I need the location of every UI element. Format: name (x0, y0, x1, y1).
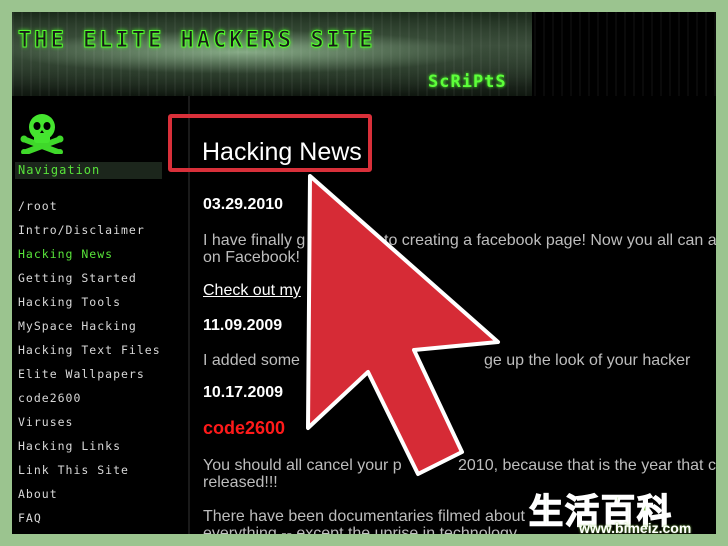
sidebar-item-about[interactable]: About (18, 482, 161, 506)
sidebar-item-hacking-news[interactable]: Hacking News (18, 242, 161, 266)
post-text: to creating a facebook page! Now you all… (384, 232, 716, 249)
watermark-url: www.bimeiz.com (579, 520, 692, 536)
post-text: I have finally g (203, 232, 306, 249)
skull-crossbones-icon (20, 114, 64, 154)
sidebar-item-faq[interactable]: FAQ (18, 506, 161, 530)
nav-list: /root Intro/Disclaimer Hacking News Getting… (18, 194, 161, 534)
post-text: There have been documentaries filmed abo… (203, 508, 525, 525)
nav-header: Navigation (15, 162, 162, 179)
main-content: Hacking News 03.29.2010 I have finally g… (202, 122, 716, 534)
sidebar-item-contact[interactable]: Contact (18, 530, 161, 534)
sidebar-item-hacking-tools[interactable]: Hacking Tools (18, 290, 161, 314)
post-text: released!!! (203, 474, 278, 491)
post-text: 2010, because that is the year that c (458, 457, 716, 474)
sidebar-item-getting-started[interactable]: Getting Started (18, 266, 161, 290)
sidebar-item-link-this-site[interactable]: Link This Site (18, 458, 161, 482)
scripts-logo[interactable]: ScRiPtS (428, 72, 507, 92)
site-title: THE ELITE HACKERS SITE (17, 28, 376, 54)
sidebar-item-elite-wallpapers[interactable]: Elite Wallpapers (18, 362, 161, 386)
post-heading[interactable]: code2600 (203, 418, 285, 439)
post-date: 11.09.2009 (203, 317, 283, 334)
site-banner: THE ELITE HACKERS SITE ScRiPtS (12, 12, 716, 96)
banner-dark-panel (532, 12, 716, 96)
sidebar-item-hacking-links[interactable]: Hacking Links (18, 434, 161, 458)
sidebar-item-myspace-hacking[interactable]: MySpace Hacking (18, 314, 161, 338)
post-date: 10.17.2009 (203, 384, 284, 401)
sidebar-item-hacking-text-files[interactable]: Hacking Text Files (18, 338, 161, 362)
watermark: 生活百科 www.bimeiz.com (525, 484, 721, 542)
sidebar-item-intro-disclaimer[interactable]: Intro/Disclaimer (18, 218, 161, 242)
browser-page: THE ELITE HACKERS SITE ScRiPtS Navigatio… (12, 12, 716, 534)
sidebar-item-viruses[interactable]: Viruses (18, 410, 161, 434)
post-text: on Facebook! (203, 249, 300, 266)
post-date: 03.29.2010 (203, 196, 284, 213)
post-text: ge up the look of your hacker (484, 352, 691, 369)
post-text: You should all cancel your p (203, 457, 402, 474)
sidebar-item-root[interactable]: /root (18, 194, 161, 218)
facebook-link[interactable]: Check out my (203, 282, 301, 300)
sidebar-item-code2600[interactable]: code2600 (18, 386, 161, 410)
highlight-box (168, 114, 372, 172)
post-text: everything -- except the uprise in techn… (203, 525, 521, 534)
post-text: I added some (203, 352, 300, 369)
